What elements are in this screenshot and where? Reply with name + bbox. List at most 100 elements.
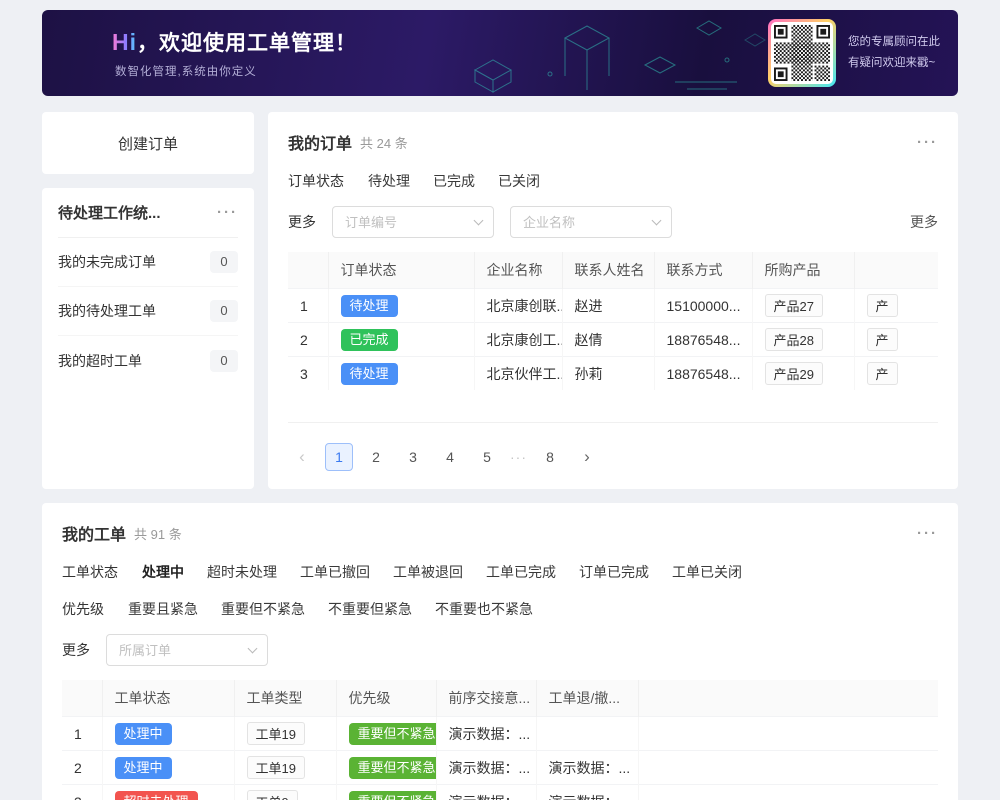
return-cell: 演示数据：... — [536, 785, 638, 800]
tickets-more-label: 更多 — [62, 640, 90, 660]
filter-option-recalled[interactable]: 工单已撤回 — [300, 562, 370, 582]
col-contact-phone: 联系方式 — [654, 252, 752, 289]
priority-option-3[interactable]: 不重要但紧急 — [328, 599, 412, 619]
ticket-row[interactable]: 1 处理中 工单19 重要但不紧急 演示数据：... — [62, 717, 938, 751]
company-name-select[interactable] — [510, 206, 672, 238]
stat-count-badge: 0 — [210, 300, 238, 322]
orders-more-label: 更多 — [288, 212, 316, 232]
filter-option-ticket-done[interactable]: 工单已完成 — [486, 562, 556, 582]
ticket-row[interactable]: 3 超时未处理 工单9 重要但不紧急 演示数据：... 演示数据：... — [62, 785, 938, 800]
col-index — [62, 680, 102, 717]
col-company: 企业名称 — [474, 252, 562, 289]
qr-code-image — [771, 22, 833, 84]
order-status-badge: 已完成 — [341, 329, 398, 351]
stat-count-badge: 0 — [210, 251, 238, 273]
parent-order-select[interactable] — [106, 634, 268, 666]
product-tag: 产品29 — [765, 362, 823, 385]
my-tickets-panel: 我的工单 共 91 条 ··· 工单状态 处理中 超时未处理 工单已撤回 工单被… — [42, 503, 958, 800]
order-row[interactable]: 2 已完成 北京康创工... 赵倩 18876548... 产品28 产 — [288, 323, 938, 357]
col-product: 所购产品 — [752, 252, 854, 289]
product-tag-truncated: 产 — [867, 328, 898, 351]
welcome-banner: Hi，欢迎使用工单管理！ 数智化管理,系统由你定义 — [42, 10, 958, 96]
tickets-table-header-row: 工单状态 工单类型 优先级 前序交接意... 工单退/撤... — [62, 680, 938, 717]
priority-option-1[interactable]: 重要且紧急 — [128, 599, 198, 619]
stat-item-overdue-tickets[interactable]: 我的超时工单 0 — [58, 336, 238, 385]
company-cell: 北京康创工... — [474, 323, 562, 357]
priority-badge: 重要但不紧急 — [349, 791, 437, 800]
stat-label: 我的待处理工单 — [58, 301, 156, 321]
banner-title-rest: ，欢迎使用工单管理！ — [137, 32, 357, 55]
pagination-page-1[interactable]: 1 — [325, 443, 353, 471]
filter-option-overdue[interactable]: 超时未处理 — [207, 562, 277, 582]
orders-table-empty-space — [288, 390, 938, 423]
handover-cell: 演示数据：... — [436, 751, 536, 785]
phone-cell: 18876548... — [654, 323, 752, 357]
return-cell — [536, 717, 638, 751]
order-row[interactable]: 3 待处理 北京伙伴工... 孙莉 18876548... 产品29 产 — [288, 357, 938, 391]
priority-filter-label: 优先级 — [62, 599, 104, 619]
orders-ellipsis-menu-icon[interactable]: ··· — [917, 135, 938, 150]
col-handover-note: 前序交接意... — [436, 680, 536, 717]
company-cell: 北京伙伴工... — [474, 357, 562, 391]
banner-text: Hi，欢迎使用工单管理！ 数智化管理,系统由你定义 — [42, 27, 357, 79]
ticket-status-filter-label: 工单状态 — [62, 562, 118, 582]
advisor-text: 您的专属顾问在此 有疑问欢迎来戳~ — [848, 32, 940, 73]
product-tag-truncated: 产 — [867, 294, 898, 317]
priority-option-4[interactable]: 不重要也不紧急 — [435, 599, 533, 619]
banner-advisor-area: 您的专属顾问在此 有疑问欢迎来戳~ — [768, 19, 940, 87]
stats-card-ellipsis-menu-icon[interactable]: ··· — [217, 205, 238, 220]
order-status-filter-label: 订单状态 — [288, 171, 344, 191]
product-tag: 产品28 — [765, 328, 823, 351]
my-orders-panel: 我的订单 共 24 条 ··· 订单状态 待处理 已完成 已关闭 更多 — [268, 112, 958, 489]
pagination-next-icon[interactable]: › — [573, 443, 601, 471]
col-priority: 优先级 — [336, 680, 436, 717]
orders-table-header-row: 订单状态 企业名称 联系人姓名 联系方式 所购产品 — [288, 252, 938, 289]
pagination-page-5[interactable]: 5 — [473, 443, 501, 471]
order-status-badge: 待处理 — [341, 363, 398, 385]
ticket-row[interactable]: 2 处理中 工单19 重要但不紧急 演示数据：... 演示数据：... — [62, 751, 938, 785]
filter-option-ticket-closed[interactable]: 工单已关闭 — [672, 562, 742, 582]
row-index: 1 — [62, 717, 102, 751]
orders-more-link[interactable]: 更多 — [910, 212, 938, 232]
filter-option-closed[interactable]: 已关闭 — [498, 171, 540, 191]
tickets-ellipsis-menu-icon[interactable]: ··· — [917, 526, 938, 541]
pagination-ellipsis-icon[interactable]: ··· — [510, 449, 527, 465]
filter-option-order-done[interactable]: 订单已完成 — [579, 562, 649, 582]
contact-cell: 孙莉 — [562, 357, 654, 391]
priority-option-2[interactable]: 重要但不紧急 — [221, 599, 305, 619]
priority-badge: 重要但不紧急 — [349, 757, 437, 779]
pagination-page-2[interactable]: 2 — [362, 443, 390, 471]
filter-option-pending[interactable]: 待处理 — [368, 171, 410, 191]
pagination-page-8[interactable]: 8 — [536, 443, 564, 471]
filter-option-processing[interactable]: 处理中 — [142, 562, 184, 582]
product-tag-truncated: 产 — [867, 362, 898, 385]
row-index: 2 — [62, 751, 102, 785]
ticket-type-tag: 工单19 — [247, 756, 305, 779]
handover-cell: 演示数据：... — [436, 717, 536, 751]
banner-decoration-graphic — [445, 10, 775, 96]
order-number-select[interactable] — [332, 206, 494, 238]
create-order-button[interactable]: 创建订单 — [42, 112, 254, 174]
orders-pagination: ‹ 1 2 3 4 5 ··· 8 › — [288, 443, 938, 471]
row-index: 1 — [288, 289, 328, 323]
pagination-page-3[interactable]: 3 — [399, 443, 427, 471]
pagination-page-4[interactable]: 4 — [436, 443, 464, 471]
stat-item-unfinished-orders[interactable]: 我的未完成订单 0 — [58, 238, 238, 287]
orders-panel-title: 我的订单 — [288, 130, 352, 154]
filter-option-done[interactable]: 已完成 — [433, 171, 475, 191]
banner-title: Hi，欢迎使用工单管理！ — [112, 27, 357, 57]
order-number-input[interactable] — [332, 206, 494, 238]
filter-option-returned[interactable]: 工单被退回 — [393, 562, 463, 582]
parent-order-input[interactable] — [106, 634, 268, 666]
advisor-line2: 有疑问欢迎来戳~ — [848, 53, 940, 74]
pagination-prev-icon[interactable]: ‹ — [288, 443, 316, 471]
col-ticket-type: 工单类型 — [234, 680, 336, 717]
phone-cell: 15100000... — [654, 289, 752, 323]
orders-count: 共 24 条 — [360, 133, 408, 152]
company-name-input[interactable] — [510, 206, 672, 238]
handover-cell: 演示数据：... — [436, 785, 536, 800]
tickets-table: 工单状态 工单类型 优先级 前序交接意... 工单退/撤... 1 处理中 工单… — [62, 680, 938, 800]
phone-cell: 18876548... — [654, 357, 752, 391]
order-row[interactable]: 1 待处理 北京康创联... 赵进 15100000... 产品27 产 — [288, 289, 938, 323]
stat-item-pending-tickets[interactable]: 我的待处理工单 0 — [58, 287, 238, 336]
